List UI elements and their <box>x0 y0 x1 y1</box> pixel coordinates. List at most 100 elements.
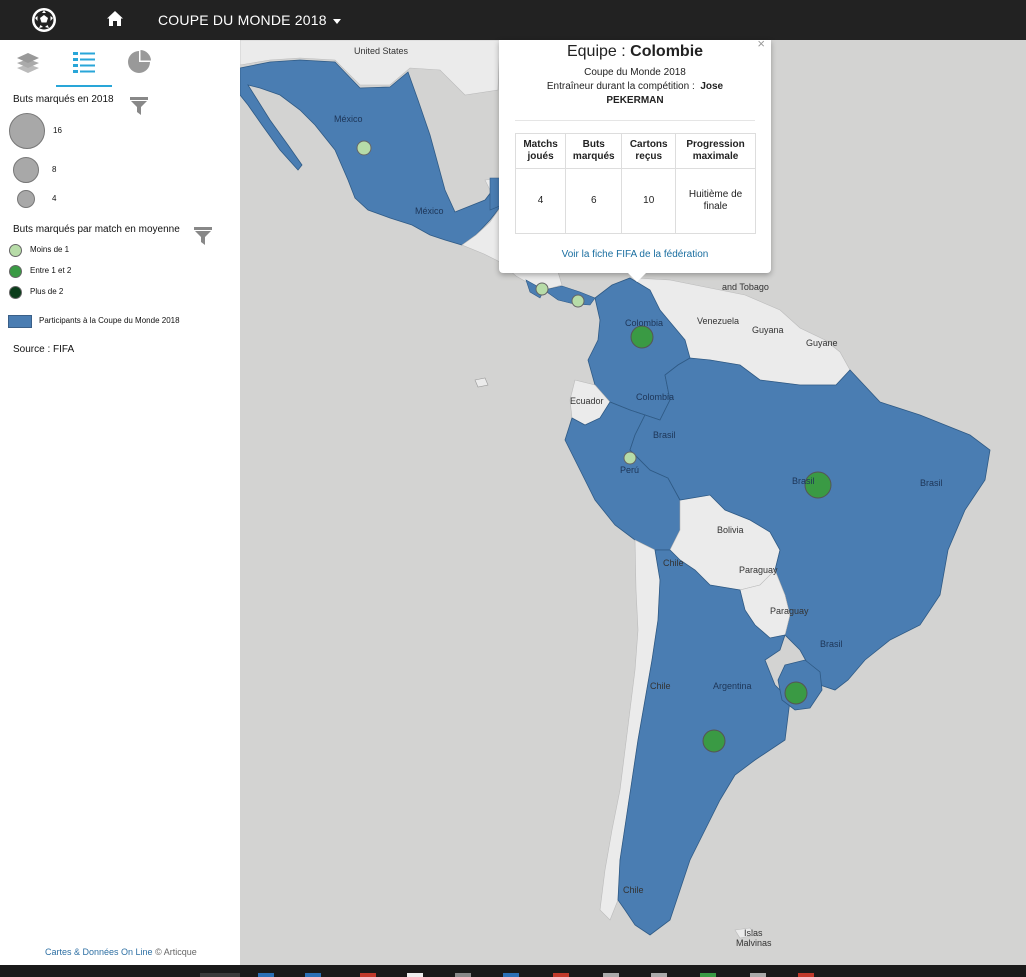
map-label: Bolivia <box>717 525 744 535</box>
app-title-dropdown[interactable]: COUPE DU MONDE 2018 <box>158 12 341 28</box>
color-legend-swatch-high <box>9 286 22 299</box>
map-label: Paraguay <box>770 606 809 616</box>
source-text: Source : FIFA <box>13 344 75 355</box>
size-legend-label: 16 <box>53 126 62 135</box>
popup-pointer <box>627 272 647 282</box>
color-legend-swatch-low <box>9 244 22 257</box>
top-navbar: COUPE DU MONDE 2018 <box>0 0 1026 40</box>
fifa-link[interactable]: Voir la fiche FIFA de la fédération <box>499 249 771 260</box>
pie-chart-icon[interactable] <box>125 48 153 76</box>
taskbar-app-icon[interactable] <box>750 973 766 977</box>
table-header: Progression maximale <box>675 133 756 169</box>
popup-title-prefix: Equipe : <box>566 43 626 60</box>
filter-icon[interactable] <box>129 96 149 116</box>
taskbar-app-icon[interactable] <box>553 973 569 977</box>
map-label: United States <box>354 46 409 56</box>
map-label: Guyana <box>752 325 784 335</box>
map-label: and Tobago <box>722 282 769 292</box>
coach-label: Entraîneur durant la compétition : <box>546 81 695 92</box>
table-header: Cartons reçus <box>621 133 677 169</box>
map-label: Venezuela <box>697 316 740 326</box>
home-icon[interactable] <box>106 10 124 28</box>
footer: Cartes & Données On Line © Articque <box>45 947 197 957</box>
map-label: México <box>415 206 444 216</box>
map-label: Brasil <box>820 639 843 649</box>
symbol-panama[interactable] <box>571 294 585 308</box>
taskbar-app-icon[interactable] <box>407 973 423 977</box>
color-legend-title: Buts marqués par match en moyenne <box>13 224 180 235</box>
color-legend-label: Plus de 2 <box>30 287 64 296</box>
symbol-argentina[interactable] <box>702 729 726 753</box>
map-label: Argentina <box>713 681 752 691</box>
table-cell: 10 <box>621 168 677 234</box>
symbol-costa-rica[interactable] <box>535 282 549 296</box>
map-label: Paraguay <box>739 565 778 575</box>
color-legend-swatch-mid <box>9 265 22 278</box>
size-legend-circle-large <box>9 113 45 149</box>
soccer-ball-icon[interactable] <box>31 7 57 33</box>
sidebar: Buts marqués en 2018 16 8 4 Buts marqués… <box>0 40 240 965</box>
symbol-peru[interactable] <box>623 451 637 465</box>
taskbar <box>0 965 1026 977</box>
size-legend-label: 4 <box>52 194 57 203</box>
team-popup: × Equipe : Colombie Coupe du Monde 2018 … <box>499 36 771 273</box>
taskbar-app-icon[interactable] <box>503 973 519 977</box>
symbol-mexico[interactable] <box>356 140 372 156</box>
map-label: México <box>334 114 363 124</box>
taskbar-app-icon[interactable] <box>305 973 321 977</box>
app-title: COUPE DU MONDE 2018 <box>158 12 327 28</box>
table-cell: 4 <box>514 168 567 234</box>
table-cell: 6 <box>565 168 623 234</box>
map-label: Brasil <box>792 476 815 486</box>
taskbar-app-icon[interactable] <box>798 973 814 977</box>
table-header: Matchs joués <box>514 133 567 169</box>
area-legend-label: Participants à la Coupe du Monde 2018 <box>39 316 180 325</box>
legend-icon[interactable] <box>70 48 98 76</box>
map-label: Guyane <box>806 338 838 348</box>
popup-title: Equipe : Colombie <box>499 43 771 61</box>
taskbar-app-icon[interactable] <box>200 973 240 977</box>
footer-copyright: © Articque <box>155 947 197 957</box>
color-legend-label: Entre 1 et 2 <box>30 266 72 275</box>
table-cell: Huitième de finale <box>675 168 756 234</box>
size-legend-title: Buts marqués en 2018 <box>13 94 114 105</box>
table-header-row: Matchs joués Buts marqués Cartons reçus … <box>514 133 756 169</box>
caret-down-icon <box>332 18 341 24</box>
table-header: Buts marqués <box>565 133 623 169</box>
taskbar-app-icon[interactable] <box>455 973 471 977</box>
active-tab-indicator <box>56 85 112 87</box>
color-legend-label: Moins de 1 <box>30 245 70 254</box>
map-label: Brasil <box>653 430 676 440</box>
map-label: Ecuador <box>570 396 604 406</box>
land-galapagos <box>474 377 489 388</box>
size-legend-circle-small <box>17 190 35 208</box>
taskbar-app-icon[interactable] <box>258 973 274 977</box>
symbol-colombia[interactable] <box>630 325 654 349</box>
filter-icon[interactable] <box>193 226 213 246</box>
size-legend-circle-medium <box>13 157 39 183</box>
coach-last-name: PEKERMAN <box>606 95 664 106</box>
divider <box>515 120 755 121</box>
taskbar-app-icon[interactable] <box>700 973 716 977</box>
map-label: Chile <box>650 681 671 691</box>
map-label: Colombia <box>625 318 664 328</box>
map-label: Colombia <box>636 392 675 402</box>
popup-subtitle: Coupe du Monde 2018 <box>584 67 686 78</box>
symbol-uruguay[interactable] <box>784 681 808 705</box>
country-panama <box>543 285 596 306</box>
map-label: Chile <box>623 885 644 895</box>
layers-icon[interactable] <box>14 48 42 76</box>
coach-first-name: Jose <box>700 81 724 92</box>
map-label: Brasil <box>920 478 943 488</box>
taskbar-app-icon[interactable] <box>360 973 376 977</box>
map-label: Perú <box>620 465 640 475</box>
popup-coach: Entraîneur durant la compétition : Jose … <box>529 80 741 108</box>
footer-link[interactable]: Cartes & Données On Line <box>45 947 153 957</box>
popup-team-name: Colombie <box>630 43 704 60</box>
map-label: Malvinas <box>736 938 772 948</box>
map-label: Islas <box>744 928 763 938</box>
taskbar-app-icon[interactable] <box>651 973 667 977</box>
map-label: Chile <box>663 558 684 568</box>
taskbar-app-icon[interactable] <box>603 973 619 977</box>
stats-table: Matchs joués Buts marqués Cartons reçus … <box>514 133 756 234</box>
